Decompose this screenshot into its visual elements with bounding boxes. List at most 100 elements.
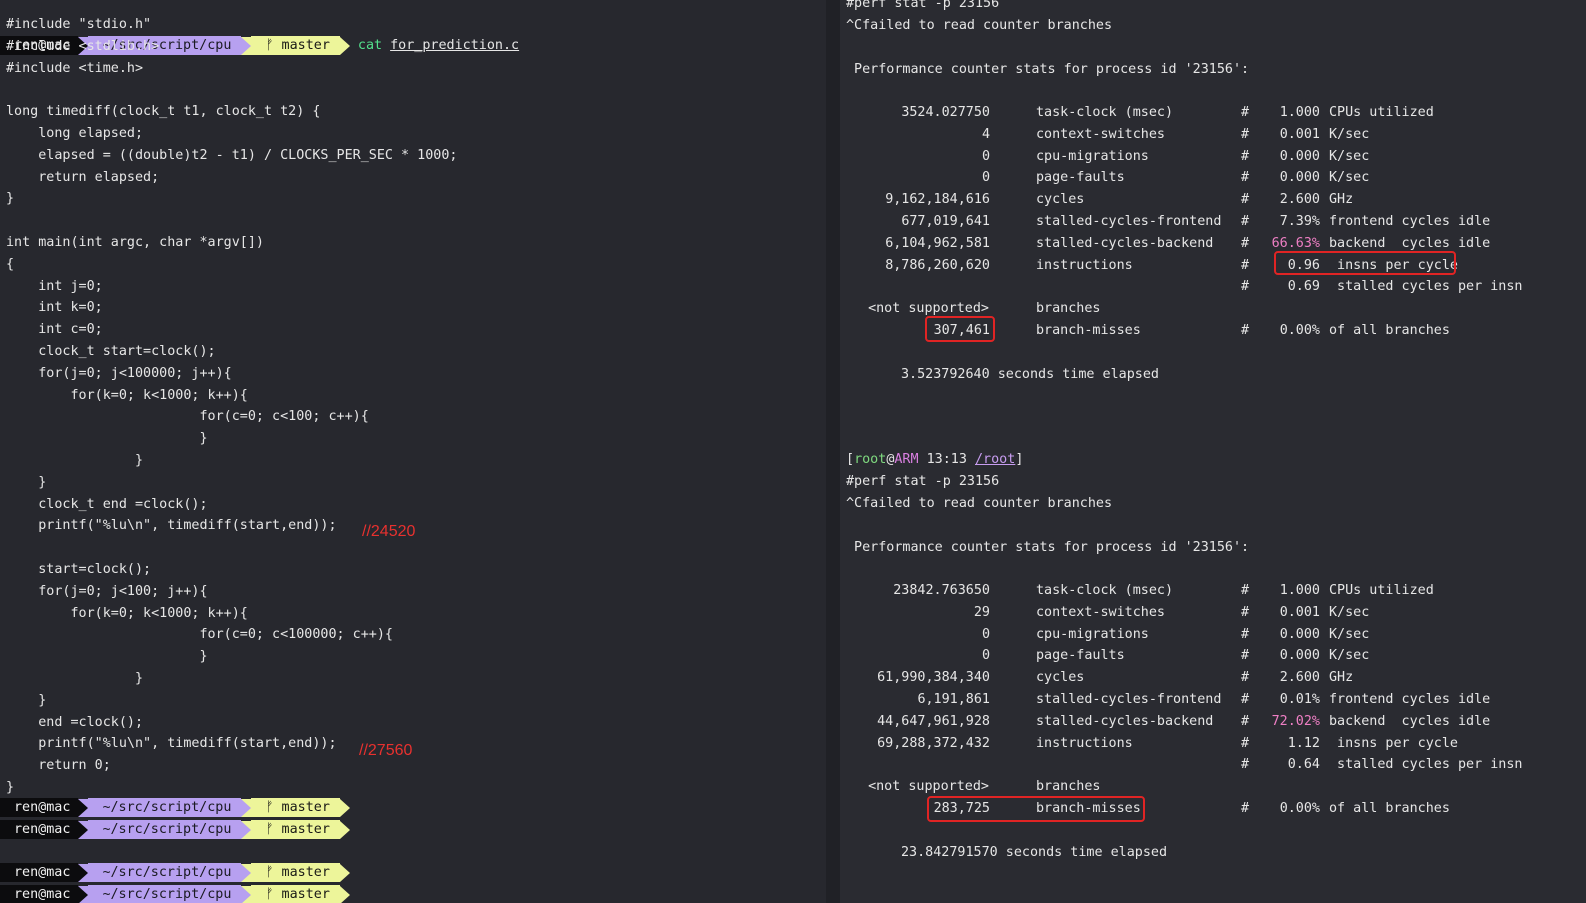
code-line: { — [6, 256, 15, 272]
git-branch-icon: ᚠ — [265, 800, 282, 815]
code-line: int j=0; — [6, 278, 103, 294]
prompt-branch: ᚠ master — [251, 863, 340, 882]
left-terminal-pane[interactable]: ren@mac ~/src/script/cpu ᚠ master cat for_pr… — [0, 0, 826, 903]
code-line: for(k=0; k<1000; k++){ — [6, 387, 248, 403]
stat-name: cycles — [1036, 192, 1085, 208]
stat-percent: 0.000 — [1279, 148, 1320, 164]
prompt-branch: ᚠ master — [251, 820, 340, 839]
stat-percent — [1240, 776, 1320, 798]
stat-description: CPUs utilized — [1329, 583, 1434, 598]
stat-value: 23842.763650 — [893, 583, 990, 598]
shell-prompt: ren@mac ~/src/script/cpu ᚠ master — [0, 863, 350, 885]
stat-name: task-clock (msec) — [1036, 583, 1174, 598]
code-line: } — [6, 780, 15, 795]
stat-percent: 0.69 — [1287, 279, 1320, 295]
stat-name: task-clock (msec) — [1036, 105, 1174, 120]
code-line: } — [6, 453, 144, 468]
stat-value: 0 — [981, 648, 990, 664]
stat-value: 0 — [981, 148, 990, 164]
stat-description: of all branches — [1329, 801, 1450, 816]
pane-divider[interactable] — [826, 0, 840, 903]
prompt-command-arg[interactable]: for_prediction.c — [390, 36, 519, 55]
stat-description: GHz — [1329, 670, 1354, 686]
perf-elapsed: 3.523792640 seconds time elapsed — [901, 366, 1159, 382]
stat-percent: 1.12 — [1287, 735, 1320, 751]
stat-description: frontend cycles idle — [1329, 214, 1491, 229]
highlight-branch-misses-block1 — [925, 316, 995, 342]
stat-percent: 7.39% — [1279, 214, 1320, 229]
annotation-timing-1: //24520 — [362, 523, 416, 540]
prompt-branch: ᚠ master — [251, 36, 340, 55]
stat-value: 4 — [981, 126, 990, 142]
git-branch-icon: ᚠ — [265, 887, 282, 902]
code-line: elapsed = ((double)t2 - t1) / CLOCKS_PER… — [6, 147, 458, 163]
stat-percent: 0.00% — [1279, 323, 1320, 338]
code-line: for(j=0; j<100000; j++){ — [6, 365, 232, 381]
code-line: clock_t start=clock(); — [6, 344, 216, 359]
code-line: } — [6, 474, 47, 490]
stat-description: K/sec — [1329, 626, 1370, 642]
prompt-dir[interactable]: /root — [975, 452, 1015, 467]
code-line: clock_t end =clock(); — [6, 496, 208, 512]
stat-percent: 2.600 — [1279, 670, 1320, 686]
prompt-path: ~/src/script/cpu — [88, 820, 242, 839]
stat-name: branch-misses — [1036, 323, 1141, 338]
stat-percent — [1240, 298, 1320, 320]
prompt-path: ~/src/script/cpu — [88, 863, 242, 882]
perf-error: ^Cfailed to read counter branches — [846, 496, 1113, 511]
code-line: } — [6, 191, 15, 207]
prompt-time: 13:13 — [926, 452, 967, 467]
code-line: int c=0; — [6, 322, 103, 338]
code-line: return elapsed; — [6, 169, 160, 185]
stat-percent: 0.001 — [1279, 604, 1320, 620]
prompt-user: ren@mac — [0, 820, 79, 839]
perf-command: #perf stat -p 23156 — [846, 0, 1000, 11]
prompt-branch: ᚠ master — [251, 798, 340, 817]
perf-header: Performance counter stats for process id… — [846, 540, 1250, 555]
stat-name: stalled-cycles-backend — [1036, 235, 1214, 251]
stat-description: stalled cycles per insn — [1329, 279, 1523, 295]
highlight-branch-misses-block2 — [927, 796, 1145, 822]
stat-value: 3524.027750 — [901, 105, 990, 120]
prompt-user: ren@mac — [0, 885, 79, 903]
stat-description: of all branches — [1329, 323, 1450, 338]
code-line: long elapsed; — [6, 126, 144, 141]
stat-value: 44,647,961,928 — [877, 713, 990, 729]
prompt-user: ren@mac — [0, 798, 79, 817]
code-line: return 0; — [6, 758, 111, 774]
stat-description: insns per cycle — [1329, 735, 1458, 751]
code-line: #include "stdio.h" — [6, 17, 152, 32]
stat-name: branches — [1036, 779, 1101, 795]
stat-name: page-faults — [1036, 648, 1125, 664]
prompt-command: cat — [357, 38, 383, 53]
stat-description: K/sec — [1329, 648, 1370, 664]
stat-percent: 0.000 — [1279, 626, 1320, 642]
stat-value: 0 — [981, 626, 990, 642]
stat-value: 6,104,962,581 — [885, 235, 990, 251]
right-terminal-pane[interactable]: #perf stat -p 23156 ^Cfailed to read coun… — [840, 0, 1586, 903]
code-line: for(c=0; c<100; c++){ — [6, 409, 369, 425]
perf-elapsed: 23.842791570 seconds time elapsed — [901, 844, 1168, 860]
stat-value — [840, 276, 990, 298]
code-line: end =clock(); — [6, 714, 144, 730]
stat-description: K/sec — [1329, 604, 1370, 620]
shell-prompt: ren@mac ~/src/script/cpu ᚠ master — [0, 885, 350, 903]
git-branch-icon: ᚠ — [265, 822, 282, 837]
stat-name: context-switches — [1036, 604, 1165, 620]
stat-description: GHz — [1329, 192, 1354, 208]
stat-description: CPUs utilized — [1329, 105, 1434, 120]
prompt-path: ~/src/script/cpu — [88, 798, 242, 817]
prompt-path: ~/src/script/cpu — [88, 885, 242, 903]
stat-name: stalled-cycles-backend — [1036, 713, 1214, 729]
stat-name: cycles — [1036, 670, 1085, 686]
stat-value: 677,019,641 — [901, 214, 990, 229]
perf-error: ^Cfailed to read counter branches — [846, 18, 1113, 33]
stat-value: <not supported> — [868, 779, 989, 795]
stat-name: branches — [1036, 301, 1101, 317]
top-prompt: ren@mac ~/src/script/cpu ᚠ master cat for_pr… — [0, 0, 519, 55]
stat-percent: 72.02% — [1271, 713, 1320, 729]
git-branch-icon: ᚠ — [265, 865, 282, 880]
stat-value: 0 — [981, 170, 990, 186]
stat-description: stalled cycles per insn — [1329, 757, 1523, 773]
highlight-ipc-block1 — [1274, 251, 1456, 275]
